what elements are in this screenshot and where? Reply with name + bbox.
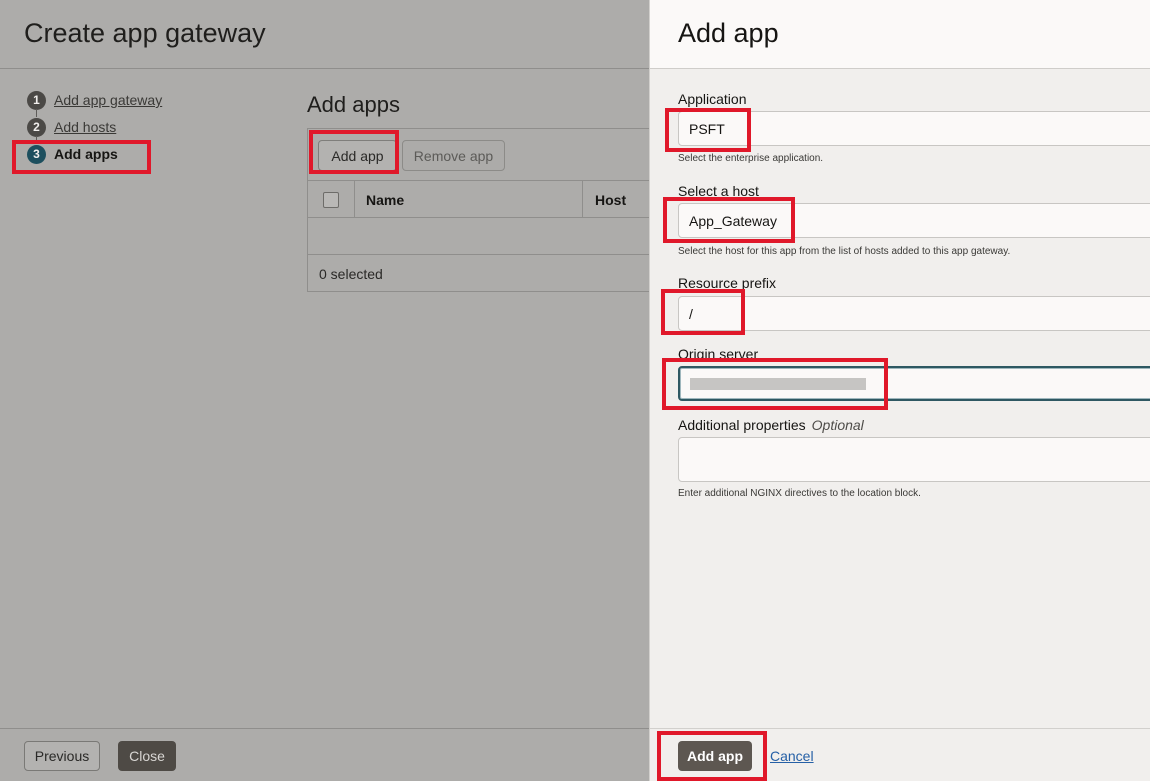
step-number: 1: [27, 90, 46, 110]
application-help: Select the enterprise application.: [678, 153, 824, 164]
application-label: Application: [678, 91, 747, 107]
selected-count: 0 selected: [319, 266, 383, 282]
drawer-title: Add app: [678, 18, 779, 48]
host-select[interactable]: App_Gateway: [678, 203, 1150, 238]
select-all-cell: [308, 181, 355, 218]
application-select[interactable]: PSFT: [678, 111, 1150, 146]
host-label: Select a host: [678, 183, 759, 199]
resource-prefix-value: /: [689, 305, 693, 322]
additional-properties-help: Enter additional NGINX directives to the…: [678, 488, 921, 499]
apps-table: Add app Remove app Name Host 0 selected: [307, 128, 651, 292]
step-add-app-gateway[interactable]: 1 Add app gateway: [27, 90, 162, 110]
step-add-hosts[interactable]: 2 Add hosts: [27, 117, 116, 137]
column-header-name[interactable]: Name: [366, 192, 404, 208]
step-add-apps: 3 Add apps: [27, 144, 118, 164]
remove-app-button[interactable]: Remove app: [402, 140, 505, 171]
column-header-host[interactable]: Host: [595, 192, 626, 208]
optional-tag: Optional: [811, 417, 864, 433]
additional-properties-textarea[interactable]: [678, 437, 1150, 482]
host-help: Select the host for this app from the li…: [678, 246, 1011, 257]
resource-prefix-input[interactable]: /: [678, 296, 1150, 331]
step-number: 3: [27, 144, 46, 164]
drawer-footer: Add app Cancel: [650, 728, 1150, 781]
add-app-submit-button[interactable]: Add app: [678, 741, 752, 771]
section-title: Add apps: [307, 92, 400, 117]
add-app-drawer: Add app Application PSFT Select the ente…: [649, 0, 1150, 781]
wizard-footer: Previous Close: [0, 728, 650, 781]
add-app-button[interactable]: Add app: [318, 140, 397, 171]
resource-prefix-label: Resource prefix: [678, 275, 777, 291]
origin-server-label: Origin server: [678, 346, 759, 362]
previous-button[interactable]: Previous: [24, 741, 100, 771]
redacted-value: [690, 377, 866, 390]
wizard-panel: Create app gateway 1 Add app gateway 2 A…: [0, 0, 651, 781]
drawer-header: Add app: [650, 0, 1150, 69]
empty-table-row: [308, 218, 651, 255]
host-value: App_Gateway: [689, 212, 777, 229]
page-title: Create app gateway: [24, 18, 266, 48]
additional-properties-label: Additional properties Optional: [678, 417, 864, 433]
wizard-header: Create app gateway: [0, 0, 650, 69]
close-button[interactable]: Close: [118, 741, 176, 771]
origin-server-input[interactable]: [678, 366, 1150, 401]
column-header-host-cell: Host: [582, 181, 652, 218]
additional-properties-label-text: Additional properties: [678, 417, 806, 433]
application-value: PSFT: [689, 120, 725, 137]
cancel-link[interactable]: Cancel: [770, 748, 814, 764]
step-label[interactable]: Add app gateway: [54, 92, 162, 108]
step-connector: [36, 109, 37, 117]
select-all-checkbox[interactable]: [323, 192, 339, 208]
step-connector: [36, 136, 37, 144]
step-number: 2: [27, 117, 46, 137]
step-label: Add apps: [54, 146, 118, 162]
step-label[interactable]: Add hosts: [54, 119, 116, 135]
table-header: Name Host: [308, 180, 651, 218]
